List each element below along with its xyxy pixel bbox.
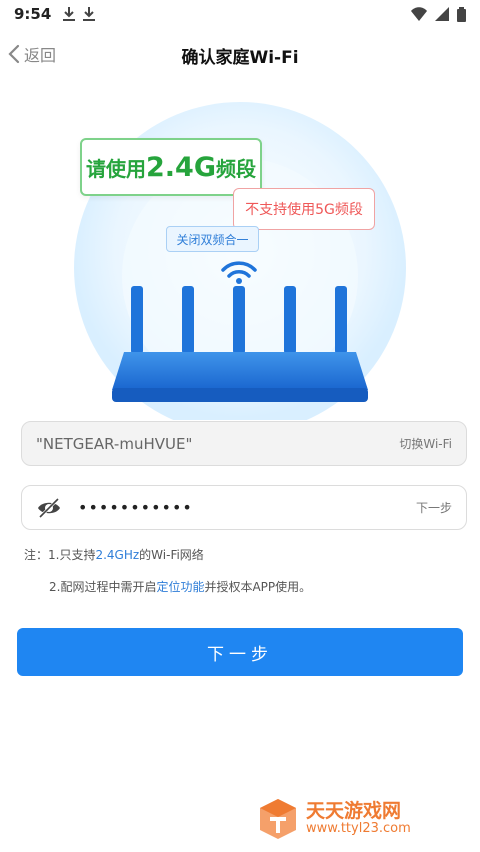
main-badge-highlight: 2.4G [146, 151, 216, 183]
page-title: 确认家庭Wi-Fi [181, 47, 299, 68]
no-5g-badge: 不支持使用5G频段 [233, 188, 375, 230]
status-icons [411, 6, 466, 22]
battery-icon [457, 6, 466, 22]
page-header: 返回 确认家庭Wi-Fi [0, 28, 480, 82]
password-value: ••••••••••• [78, 498, 193, 517]
ssid-field: "NETGEAR-muHVUE" 切换Wi-Fi [21, 421, 467, 466]
note2-suffix: 并授权本APP使用。 [204, 580, 312, 594]
watermark: 天天游戏网 www.ttyl23.com [256, 796, 456, 842]
note1-highlight: 2.4GHz [95, 548, 140, 562]
ssid-value: "NETGEAR-muHVUE" [36, 434, 193, 453]
watermark-url: www.ttyl23.com [306, 821, 411, 837]
download-icon [63, 7, 76, 21]
note-location: 2.配网过程中需开启定位功能并授权本APP使用。 [49, 578, 311, 595]
password-next-link[interactable]: 下一步 [416, 499, 452, 516]
note2-highlight: 定位功能 [156, 580, 205, 594]
main-badge-suffix: 频段 [216, 156, 256, 181]
back-label: 返回 [24, 46, 57, 65]
note2-prefix: 2.配网过程中需开启 [49, 580, 157, 594]
status-bar: 9:54 [0, 0, 480, 28]
note1-prefix: 注：1.只支持 [24, 548, 96, 562]
download-icon [83, 7, 96, 21]
password-field[interactable]: ••••••••••• 下一步 [21, 485, 467, 530]
note1-suffix: 的Wi-Fi网络 [139, 548, 204, 562]
watermark-logo-icon [260, 799, 296, 839]
status-time: 9:54 [14, 5, 52, 23]
eye-off-icon[interactable] [36, 495, 62, 521]
wifi-status-icon [411, 7, 427, 21]
next-button[interactable]: 下一步 [17, 628, 463, 676]
router-illustration: 请使用 2.4G 频段 不支持使用5G频段 关闭双频合一 [0, 100, 480, 420]
back-button[interactable]: 返回 [8, 42, 56, 66]
main-badge-prefix: 请使用 [86, 156, 146, 181]
switch-wifi-link[interactable]: 切换Wi-Fi [399, 435, 452, 452]
disable-dual-band-badge: 关闭双频合一 [166, 226, 259, 252]
use-24g-badge: 请使用 2.4G 频段 [80, 138, 262, 196]
note-24ghz: 注：1.只支持2.4GHz的Wi-Fi网络 [24, 546, 204, 563]
watermark-text: 天天游戏网 www.ttyl23.com [306, 800, 411, 837]
signal-icon [435, 7, 449, 21]
back-chevron-icon [8, 44, 20, 64]
watermark-title: 天天游戏网 [306, 800, 402, 823]
